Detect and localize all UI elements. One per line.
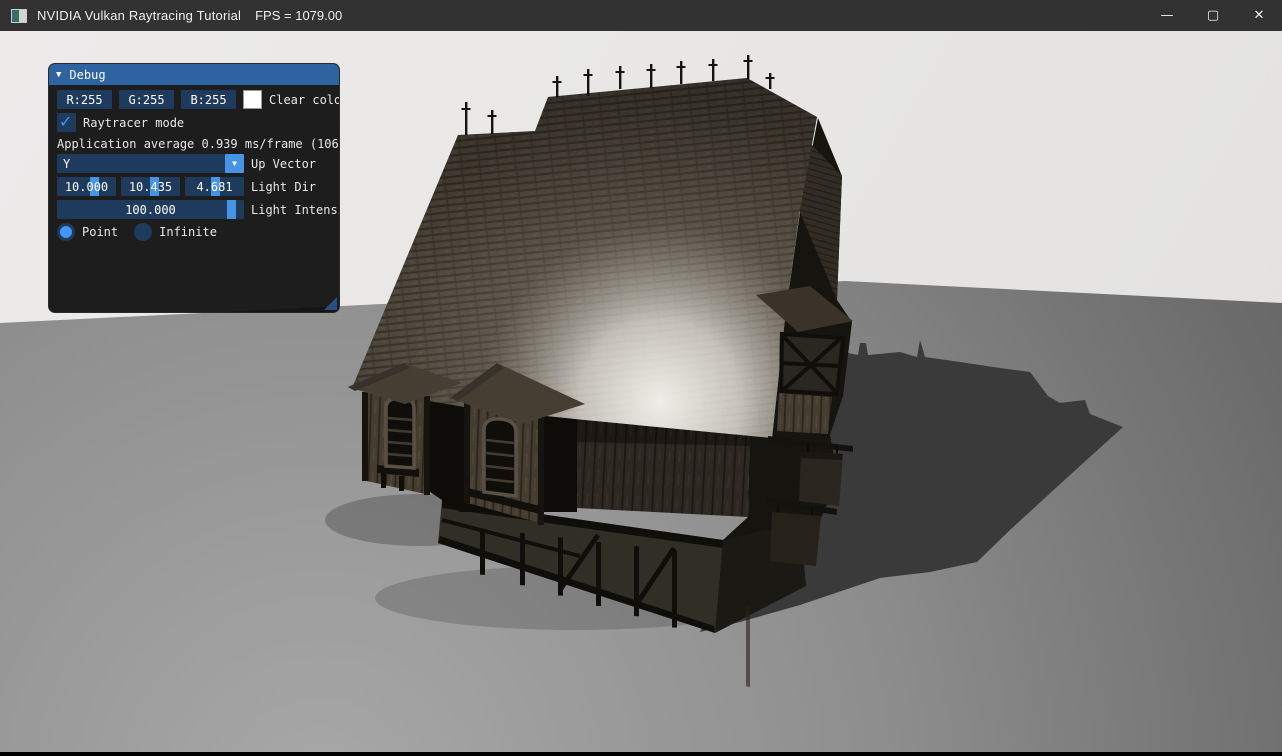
window-controls: — ▢ ✕ [1144,0,1282,31]
check-icon: ✓ [59,112,72,131]
window-titlebar[interactable]: NVIDIA Vulkan Raytracing Tutorial FPS = … [0,0,1282,31]
light-dir-z-field[interactable]: 4.681 [185,177,244,196]
clear-color-label: Clear color [269,93,340,107]
up-vector-combo[interactable]: Y ▼ [57,154,244,173]
window-title: NVIDIA Vulkan Raytracing Tutorial [37,8,241,23]
stats-text: Application average 0.939 ms/frame (1064 [57,137,340,151]
light-type-point[interactable]: Point [57,223,118,241]
lantern-2 [770,512,821,566]
raytracer-mode-label: Raytracer mode [83,116,184,130]
radio-point[interactable] [57,223,75,241]
infinite-label: Infinite [159,225,217,239]
radio-infinite[interactable] [134,223,152,241]
raytracer-mode-checkbox[interactable]: ✓ [57,113,76,132]
fps-counter: FPS = 1079.00 [255,8,342,23]
light-dir-y-field[interactable]: 10.435 [121,177,180,196]
b-channel-button[interactable]: B:255 [181,90,236,109]
light-dir-x-value: 10.000 [57,177,116,196]
maximize-button[interactable]: ▢ [1190,0,1236,31]
panel-resize-grip[interactable] [324,297,337,310]
light-type-infinite[interactable]: Infinite [134,223,217,241]
light-intensity-value: 100.000 [57,200,244,219]
up-vector-label: Up Vector [251,157,316,171]
close-button[interactable]: ✕ [1236,0,1282,31]
light-dir-label: Light Dir [251,180,316,194]
g-channel-button[interactable]: G:255 [119,90,174,109]
debug-panel: ▼ Debug R:255 G:255 B:255 Clear color ✓ … [48,63,340,313]
clear-color-swatch[interactable] [243,90,262,109]
light-dir-z-value: 4.681 [185,177,244,196]
collapse-arrow-icon: ▼ [56,70,61,80]
r-channel-button[interactable]: R:255 [57,90,112,109]
light-intensity-label: Light Intensity [251,203,340,217]
dormer-2-window [484,419,516,496]
app-icon [11,9,27,23]
debug-panel-header[interactable]: ▼ Debug [49,64,339,85]
right-stud [746,606,750,686]
combo-arrow-icon[interactable]: ▼ [225,154,244,173]
lantern-1 [799,452,843,506]
light-intensity-slider[interactable]: 100.000 [57,200,244,219]
up-vector-value: Y [63,157,70,171]
point-label: Point [82,225,118,239]
panel-title: Debug [69,68,105,82]
minimize-button[interactable]: — [1144,0,1190,31]
light-dir-x-field[interactable]: 10.000 [57,177,116,196]
light-dir-y-value: 10.435 [121,177,180,196]
